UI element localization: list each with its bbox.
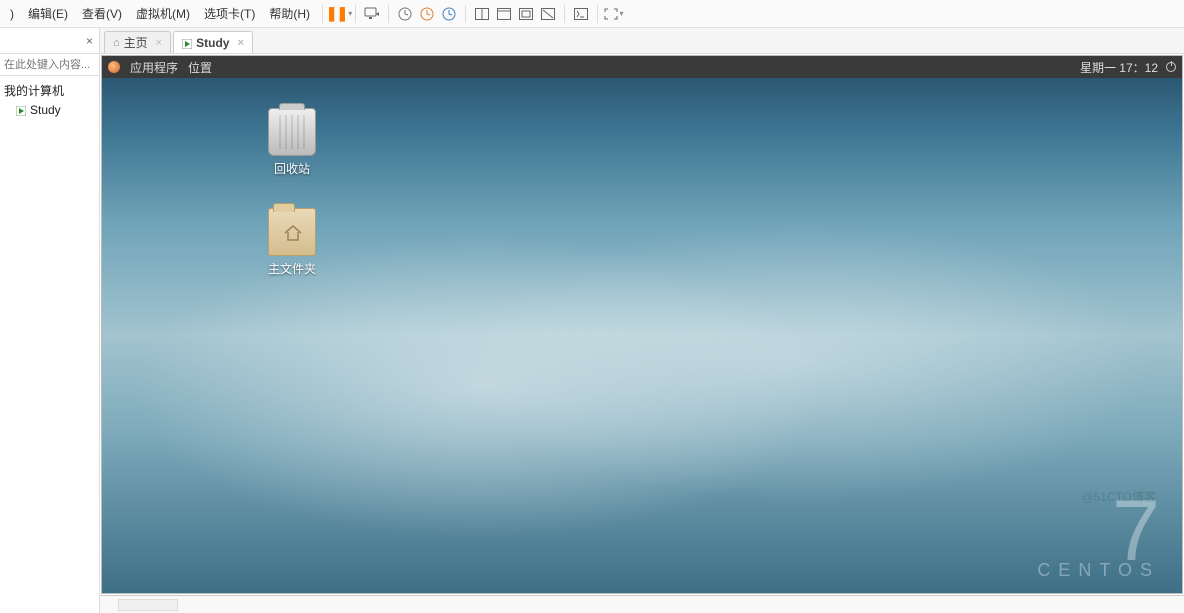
clock-manage-icon — [442, 7, 456, 21]
tab-home[interactable]: ⌂ 主页 × — [104, 31, 171, 53]
vm-running-icon — [16, 105, 26, 115]
folder-icon — [268, 208, 316, 256]
split-vertical-icon — [475, 8, 489, 20]
home-icon: ⌂ — [113, 37, 120, 49]
main-area: ⌂ 主页 × Study × 应用程序 位置 星期一 17：12 — [100, 28, 1184, 613]
desktop-icon-home[interactable]: 主文件夹 — [252, 208, 332, 277]
trash-icon — [268, 108, 316, 156]
window-icon — [497, 8, 511, 20]
tab-bar: ⌂ 主页 × Study × — [100, 28, 1184, 54]
menu-view[interactable]: 查看(V) — [76, 1, 128, 26]
close-sidebar-button[interactable]: × — [80, 34, 99, 48]
menu-vm[interactable]: 虚拟机(M) — [130, 1, 196, 26]
centos-watermark: 7 CENTOS — [1037, 497, 1160, 581]
menu-tabs[interactable]: 选项卡(T) — [198, 1, 261, 26]
fullscreen-button[interactable]: ▾ — [604, 4, 624, 24]
tab-home-label: 主页 — [124, 34, 148, 51]
library-sidebar: × ▾ 我的计算机 Study — [0, 28, 100, 613]
tab-study[interactable]: Study × — [173, 31, 253, 53]
host-menubar: ) 编辑(E) 查看(V) 虚拟机(M) 选项卡(T) 帮助(H) ❚❚▾ ▾ — [0, 0, 1184, 28]
menu-edit[interactable]: 编辑(E) — [22, 1, 74, 26]
vm-console: 应用程序 位置 星期一 17：12 回收站 主文件夹 — [101, 55, 1183, 594]
separator — [465, 5, 466, 23]
separator — [564, 5, 565, 23]
library-tree: 我的计算机 Study — [0, 76, 99, 123]
desktop-icon-trash[interactable]: 回收站 — [252, 108, 332, 177]
tree-vm-study[interactable]: Study — [2, 101, 97, 119]
send-ctrl-alt-del-button[interactable] — [362, 4, 382, 24]
pause-button[interactable]: ❚❚▾ — [329, 4, 349, 24]
menu-help[interactable]: 帮助(H) — [263, 1, 316, 26]
snapshot-button[interactable] — [395, 4, 415, 24]
view-unity-button[interactable] — [516, 4, 536, 24]
view-fullscreen-toggle-button[interactable] — [538, 4, 558, 24]
view-single-button[interactable] — [494, 4, 514, 24]
tab-home-close[interactable]: × — [156, 37, 162, 49]
guest-places-menu[interactable]: 位置 — [188, 59, 212, 76]
centos-brand: CENTOS — [1037, 560, 1160, 581]
sidebar-search-row: ▾ — [0, 54, 99, 76]
separator — [597, 5, 598, 23]
menu-partial[interactable]: ) — [4, 3, 20, 25]
chevron-down-icon: ▾ — [619, 9, 623, 18]
guest-desktop[interactable]: 回收站 主文件夹 @51CTO博客 7 CENTOS — [102, 78, 1182, 593]
chevron-down-icon: ▾ — [348, 9, 352, 18]
tree-root-my-computer[interactable]: 我的计算机 — [2, 80, 97, 101]
status-slot — [118, 599, 178, 611]
guest-clock[interactable]: 星期一 17：12 — [1080, 59, 1158, 76]
expand-icon — [604, 8, 618, 20]
view-console-button[interactable] — [472, 4, 492, 24]
pause-icon: ❚❚ — [326, 5, 347, 22]
guest-applications-menu[interactable]: 应用程序 — [130, 59, 178, 76]
desktop-icon-home-label: 主文件夹 — [252, 260, 332, 277]
separator — [322, 5, 323, 23]
tab-study-label: Study — [196, 36, 229, 50]
console-button[interactable] — [571, 4, 591, 24]
separator — [388, 5, 389, 23]
guest-top-bar: 应用程序 位置 星期一 17：12 — [102, 56, 1182, 78]
sidebar-header: × — [0, 28, 99, 54]
snapshot-manager-button[interactable] — [439, 4, 459, 24]
monitor-icon — [364, 7, 380, 21]
clock-revert-icon — [420, 7, 434, 21]
gnome-activities-icon — [108, 61, 120, 73]
snapshot-revert-button[interactable] — [417, 4, 437, 24]
fullscreen-exit-icon — [541, 8, 555, 20]
tab-study-close[interactable]: × — [237, 37, 243, 49]
centos-version: 7 — [1037, 497, 1160, 566]
desktop-icon-trash-label: 回收站 — [252, 160, 332, 177]
host-status-bar — [100, 595, 1184, 613]
unity-icon — [519, 8, 533, 20]
terminal-icon — [574, 8, 588, 20]
power-icon[interactable] — [1166, 62, 1176, 72]
home-glyph-icon — [283, 223, 303, 243]
clock-icon — [398, 7, 412, 21]
tree-vm-label: Study — [30, 103, 61, 117]
vm-running-icon — [182, 38, 192, 48]
separator — [355, 5, 356, 23]
